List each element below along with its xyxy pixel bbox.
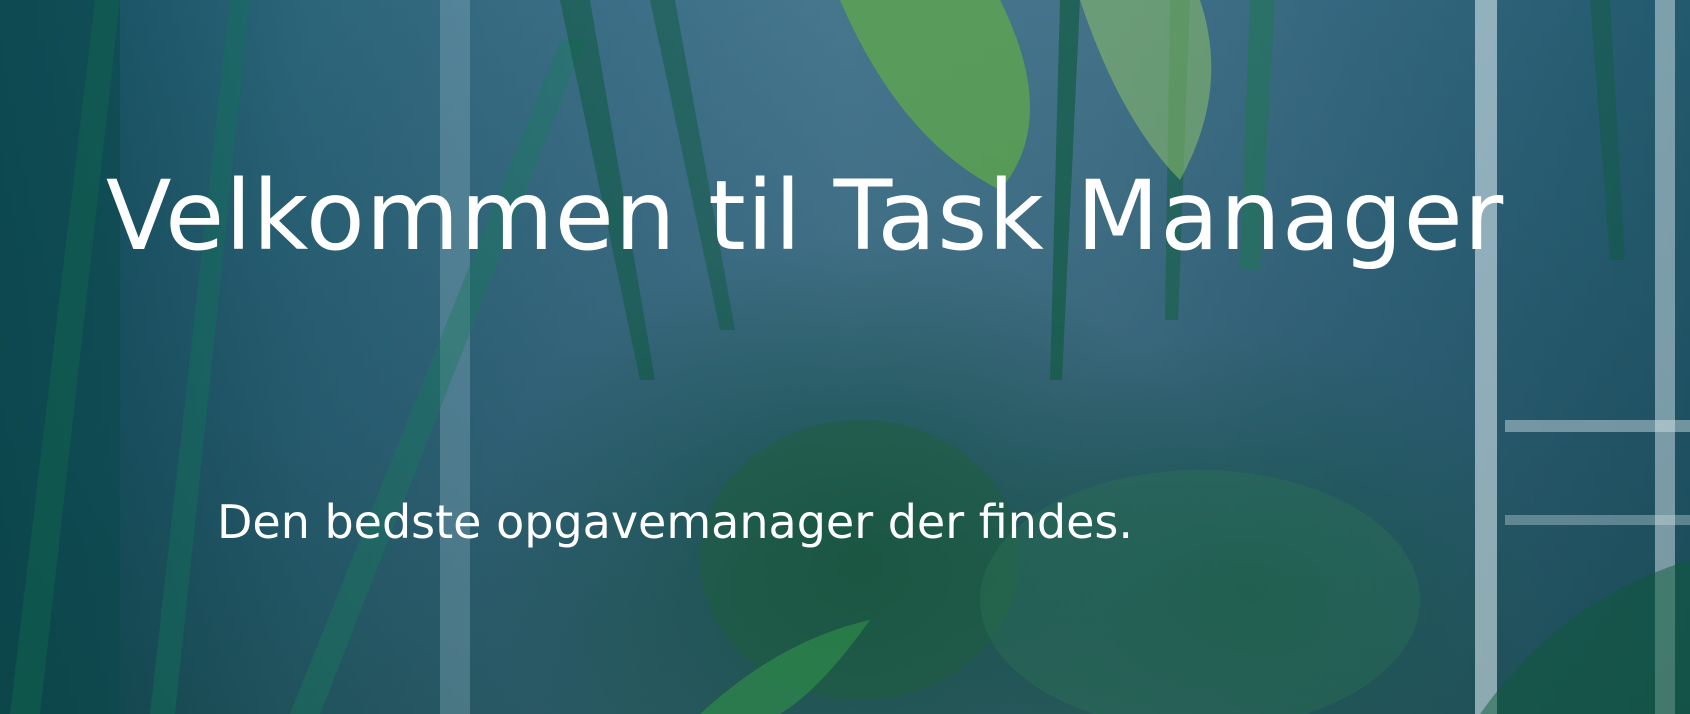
hero-section: Velkommen til Task Manager Den bedste op… [0,0,1690,714]
hero-subtitle: Den bedste opgavemanager der findes. [216,495,1133,549]
hero-title: Velkommen til Task Manager [105,160,1505,272]
hero-background-image [0,0,1690,714]
